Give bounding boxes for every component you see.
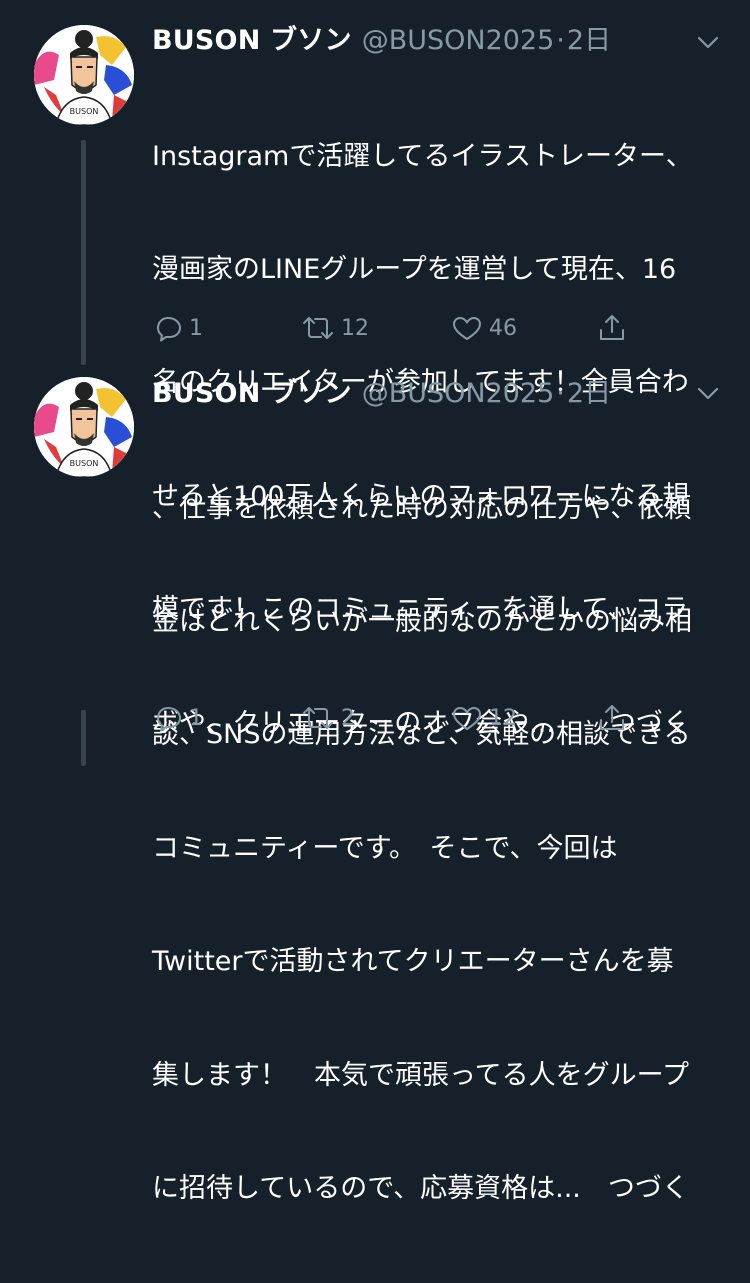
tweet[interactable]: BUSON BUSON ブソン @BUSON2025 · 2日 、仕事を依頼され…: [0, 370, 750, 1204]
like-count: 12: [489, 705, 517, 731]
separator-dot: ·: [556, 378, 565, 409]
heart-icon: [451, 704, 483, 732]
tweet-actions: 1 2 12: [155, 700, 635, 736]
tweet-text-line: 漫画家のLINEグループを運営して現在、16: [152, 253, 677, 285]
tweet[interactable]: BUSON BUSON ブソン @BUSON2025 · 2日 Instagra…: [0, 0, 750, 739]
thread-line: [81, 140, 86, 365]
user-handle[interactable]: @BUSON2025: [362, 24, 555, 58]
timestamp[interactable]: 2日: [567, 24, 611, 58]
user-handle[interactable]: @BUSON2025: [362, 377, 555, 411]
share-icon: [597, 313, 627, 343]
reply-count: 1: [189, 705, 203, 731]
tweet-header: BUSON ブソン @BUSON2025 · 2日: [152, 377, 611, 411]
like-button[interactable]: 46: [451, 310, 517, 346]
retweet-icon: [301, 314, 335, 342]
retweet-icon: [301, 704, 335, 732]
chevron-down-icon[interactable]: [694, 33, 722, 53]
tweet-text-line: 、仕事を依頼された時の対応の仕方や、依頼: [152, 492, 692, 524]
retweet-count: 12: [341, 315, 369, 341]
timestamp[interactable]: 2日: [567, 377, 611, 411]
tweet-actions: 1 12 46: [155, 310, 635, 346]
share-button[interactable]: [597, 310, 627, 346]
thread-line: [81, 710, 86, 766]
reply-count: 1: [189, 315, 203, 341]
reply-button[interactable]: 1: [155, 310, 203, 346]
tweet-text-line: 集します！ 本気で頑張ってる人をグループ: [152, 1059, 690, 1091]
retweet-button[interactable]: 2: [301, 700, 355, 736]
avatar[interactable]: BUSON: [34, 377, 134, 477]
tweet-header: BUSON ブソン @BUSON2025 · 2日: [152, 24, 611, 58]
share-button[interactable]: [597, 700, 627, 736]
display-name[interactable]: BUSON ブソン: [152, 24, 352, 58]
separator-dot: ·: [556, 25, 565, 56]
reply-icon: [155, 704, 183, 732]
tweet-text-line: に招待しているので、応募資格は... つづく: [152, 1172, 689, 1204]
retweet-count: 2: [341, 705, 355, 731]
reply-icon: [155, 314, 183, 342]
retweet-button[interactable]: 12: [301, 310, 369, 346]
display-name[interactable]: BUSON ブソン: [152, 377, 352, 411]
share-icon: [597, 703, 627, 733]
tweet-text-line: 金はどれくらいが一般的なのかとかの悩み相: [152, 605, 692, 637]
tweet-text-line: Twitterで活動されてクリエーターさんを募: [152, 946, 674, 978]
tweet-text-line: コミュニティーです。 そこで、今回は: [152, 832, 618, 864]
avatar-label: BUSON: [70, 459, 99, 468]
chevron-down-icon[interactable]: [694, 384, 722, 404]
tweet-text: 、仕事を依頼された時の対応の仕方や、依頼 金はどれくらいが一般的なのかとかの悩み…: [152, 414, 727, 1283]
like-count: 46: [489, 315, 517, 341]
avatar[interactable]: BUSON: [34, 25, 134, 125]
reply-button[interactable]: 1: [155, 700, 203, 736]
like-button[interactable]: 12: [451, 700, 517, 736]
avatar-label: BUSON: [70, 107, 99, 116]
heart-icon: [451, 314, 483, 342]
tweet-text-line: Instagramで活躍してるイラストレーター、: [152, 140, 693, 172]
